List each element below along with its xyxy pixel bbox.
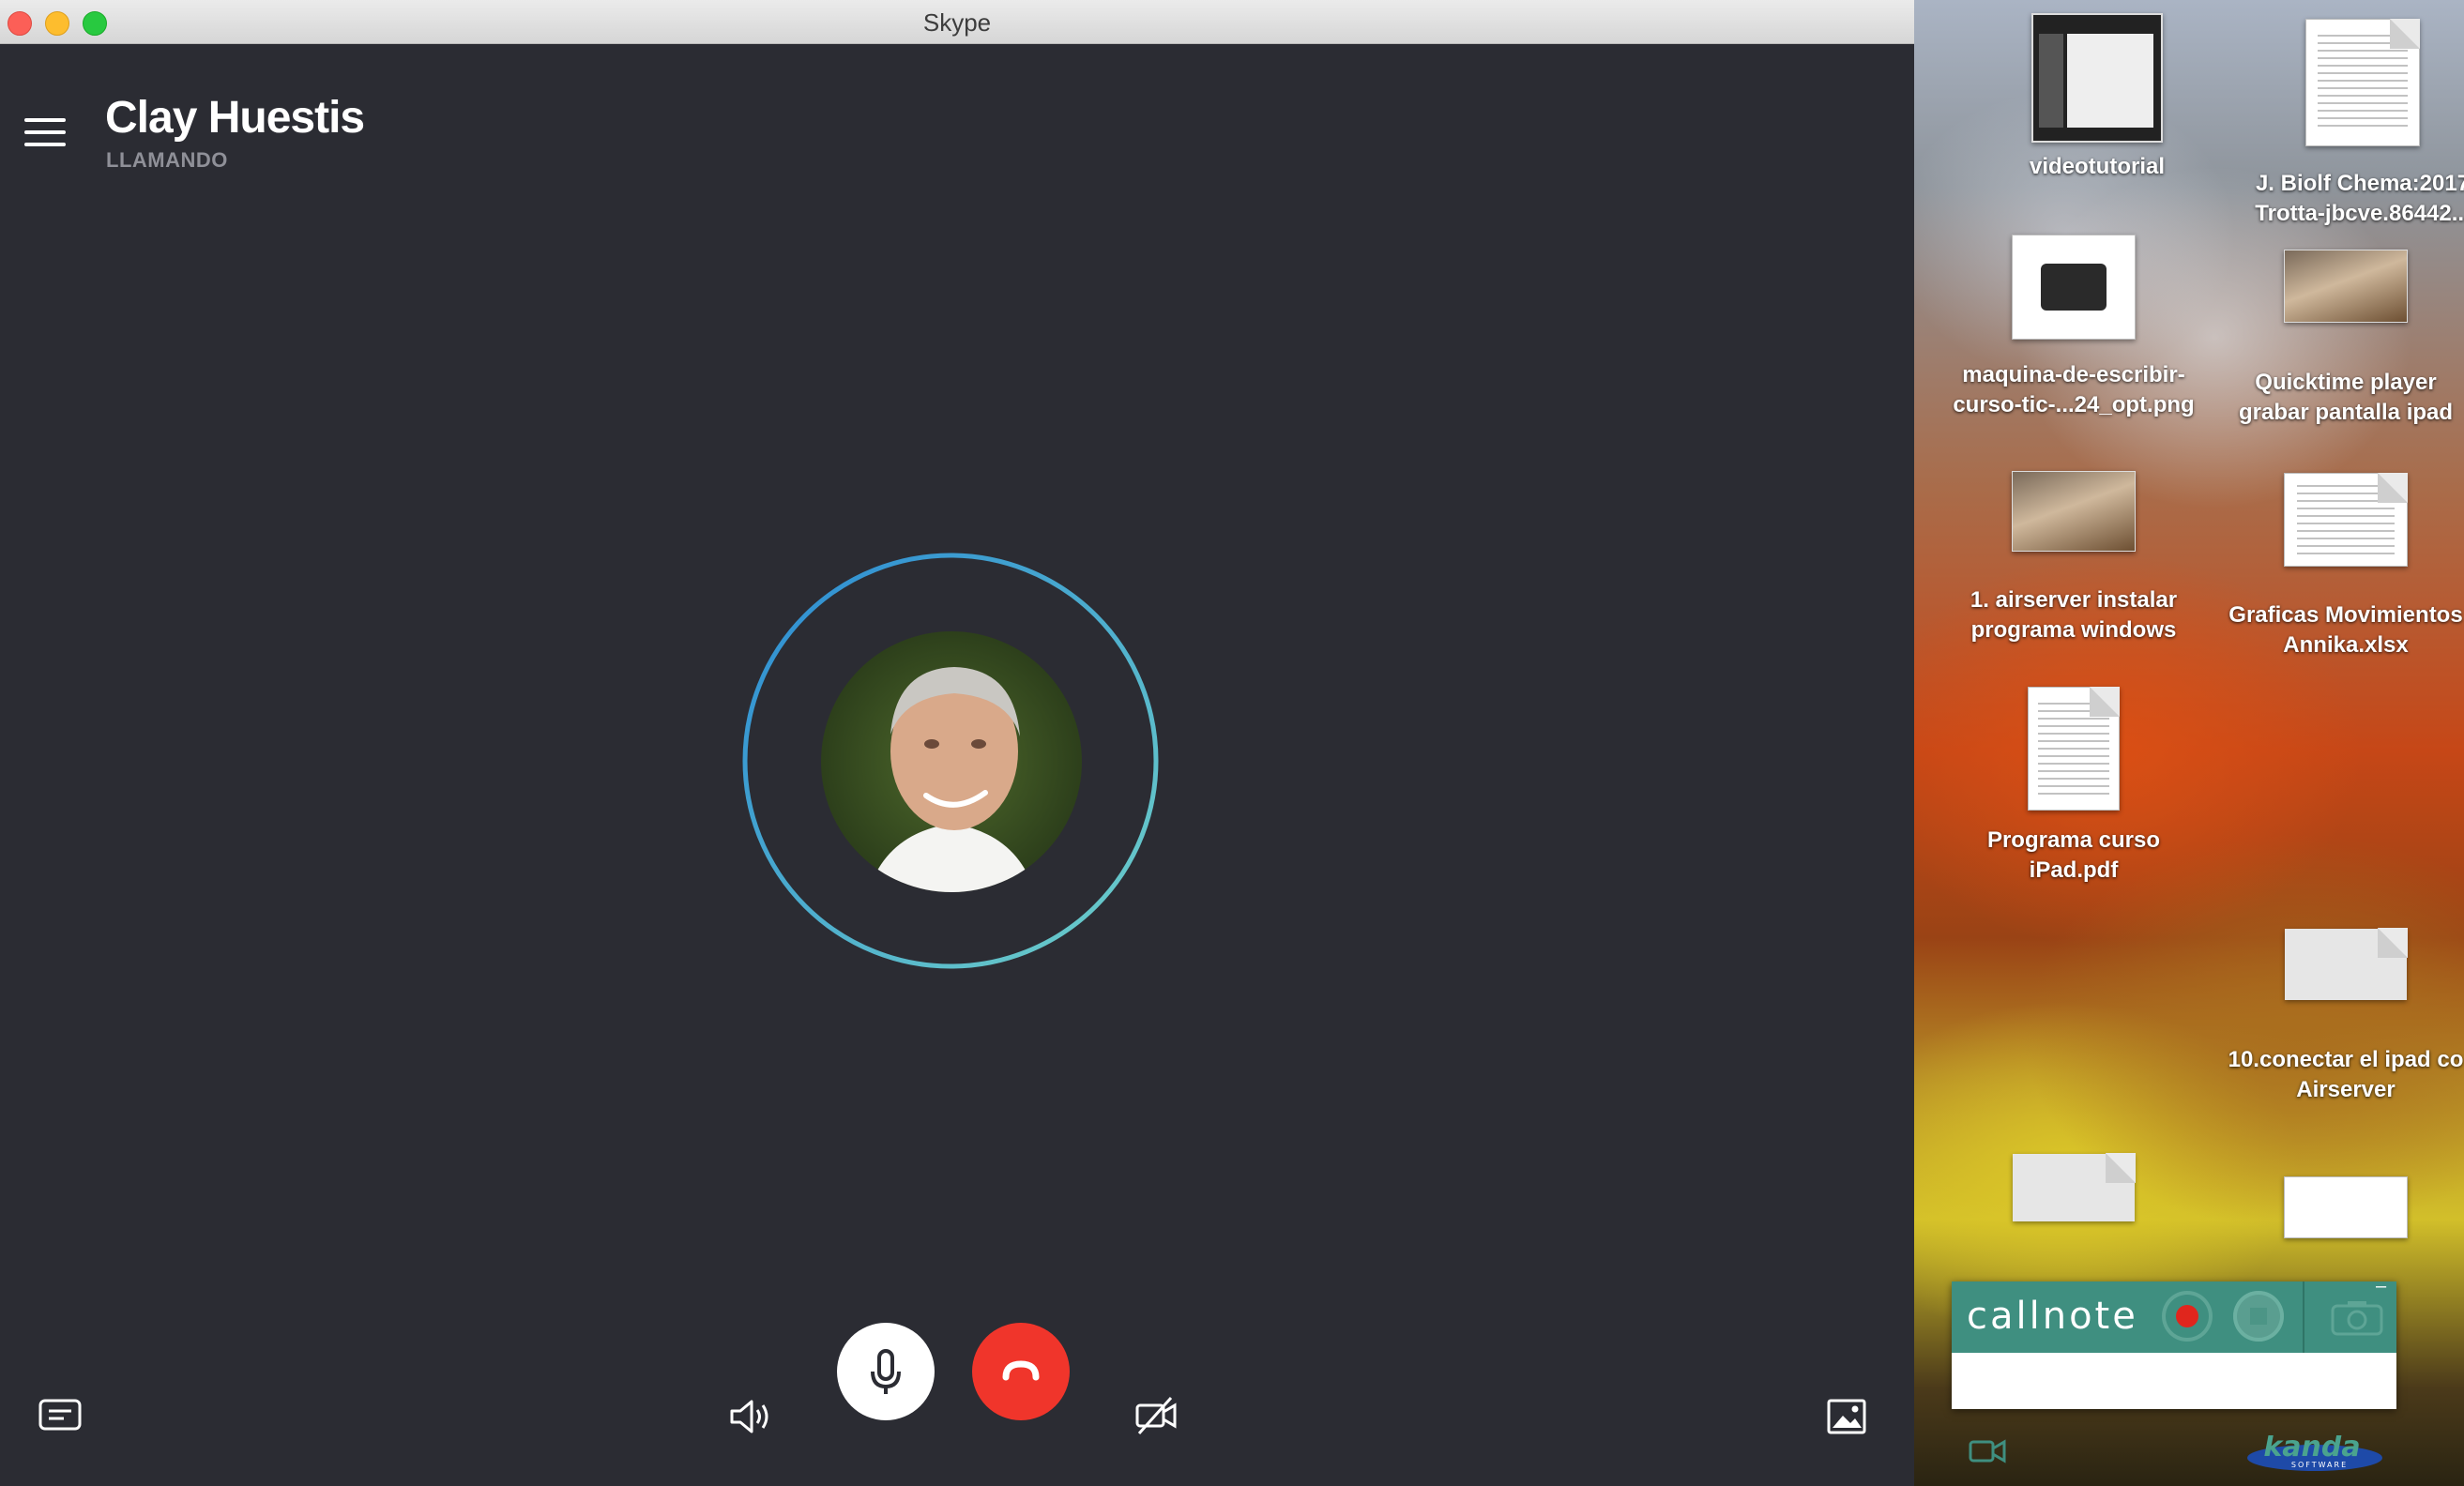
video-thumbnail	[2012, 471, 2136, 552]
desktop-icon-conectar[interactable]: 10.conectar el ipad co Airserver	[2205, 928, 2464, 1105]
desktop-icon-png[interactable]	[2205, 1176, 2464, 1238]
svg-text:kanda: kanda	[2263, 1435, 2360, 1463]
callnote-header: callnote –	[1952, 1276, 2396, 1353]
desktop-icon-programa[interactable]: Programa curso iPad.pdf	[1933, 687, 2214, 886]
desktop-icon-quicktime[interactable]: Quicktime player grabar pantalla ipad	[2205, 250, 2464, 428]
callnote-footer: kanda SOFTWARE	[1952, 1353, 2396, 1471]
desktop-icon-maquina[interactable]: maquina-de-escribir- curso-tic-...24_opt…	[1933, 235, 2214, 420]
callnote-title: callnote	[1967, 1295, 2138, 1338]
desktop-icon-videotutorial[interactable]: videotutorial	[1956, 13, 2238, 182]
desktop-icon-airserver[interactable]: 1. airserver instalar programa windows	[1933, 471, 2214, 645]
image-thumbnail	[2012, 235, 2136, 340]
svg-text:SOFTWARE: SOFTWARE	[2291, 1461, 2348, 1469]
image-icon[interactable]	[1826, 1396, 1867, 1437]
desktop-icon-file[interactable]	[1933, 1153, 2214, 1221]
desktop-icon-jbiolf[interactable]: J. Biolf Chema:2017 Trotta-jbcve.86442..…	[2222, 19, 2464, 229]
speaker-icon[interactable]	[728, 1396, 773, 1437]
hamburger-menu-icon[interactable]	[24, 118, 68, 148]
microphone-icon	[871, 1349, 901, 1394]
video-camera-icon[interactable]	[1969, 1437, 2006, 1465]
video-thumbnail	[2031, 13, 2163, 143]
kandao-logo: kanda SOFTWARE	[2247, 1435, 2382, 1471]
icon-label: J. Biolf Chema:2017 Trotta-jbcve.86442..…	[2255, 171, 2464, 226]
hangup-button[interactable]	[972, 1323, 1070, 1420]
icon-label: 1. airserver instalar programa windows	[1970, 587, 2178, 643]
pdf-thumbnail	[2028, 687, 2120, 811]
file-thumbnail	[2013, 1153, 2136, 1221]
icon-label: Programa curso iPad.pdf	[1986, 827, 2161, 883]
call-status: LLAMANDO	[106, 148, 228, 172]
desktop-icon-graficas[interactable]: Graficas Movimientos Annika.xlsx	[2205, 473, 2464, 660]
icon-label: maquina-de-escribir- curso-tic-...24_opt…	[1953, 362, 2195, 417]
stop-button[interactable]	[2233, 1291, 2284, 1342]
contact-name: Clay Huestis	[105, 93, 365, 143]
camera-icon[interactable]	[2329, 1298, 2385, 1336]
hangup-icon	[1002, 1360, 1040, 1381]
video-thumbnail	[2284, 250, 2408, 323]
file-thumbnail	[2285, 928, 2408, 1000]
icon-label: 10.conectar el ipad co Airserver	[2228, 1047, 2464, 1102]
callnote-widget: callnote – kanda SOFTWARE	[1952, 1276, 2396, 1471]
contact-avatar	[821, 631, 1082, 892]
video-off-icon[interactable]	[1133, 1392, 1179, 1437]
window-title: Skype	[922, 8, 992, 37]
microphone-button[interactable]	[837, 1323, 935, 1420]
divider	[2303, 1281, 2304, 1353]
minimize-icon[interactable]: –	[2376, 1276, 2386, 1297]
icon-label: Graficas Movimientos Annika.xlsx	[2228, 602, 2463, 658]
document-thumbnail	[2305, 19, 2420, 146]
icon-label: videotutorial	[2029, 154, 2165, 179]
chat-icon[interactable]	[38, 1398, 83, 1435]
skype-window: Skype Clay Huestis LLAMANDO	[0, 0, 1914, 1486]
spreadsheet-thumbnail	[2284, 473, 2408, 567]
image-thumbnail	[2284, 1176, 2408, 1238]
title-bar: Skype	[0, 0, 1914, 44]
icon-label: Quicktime player grabar pantalla ipad	[2238, 370, 2454, 425]
record-button[interactable]	[2162, 1291, 2213, 1342]
